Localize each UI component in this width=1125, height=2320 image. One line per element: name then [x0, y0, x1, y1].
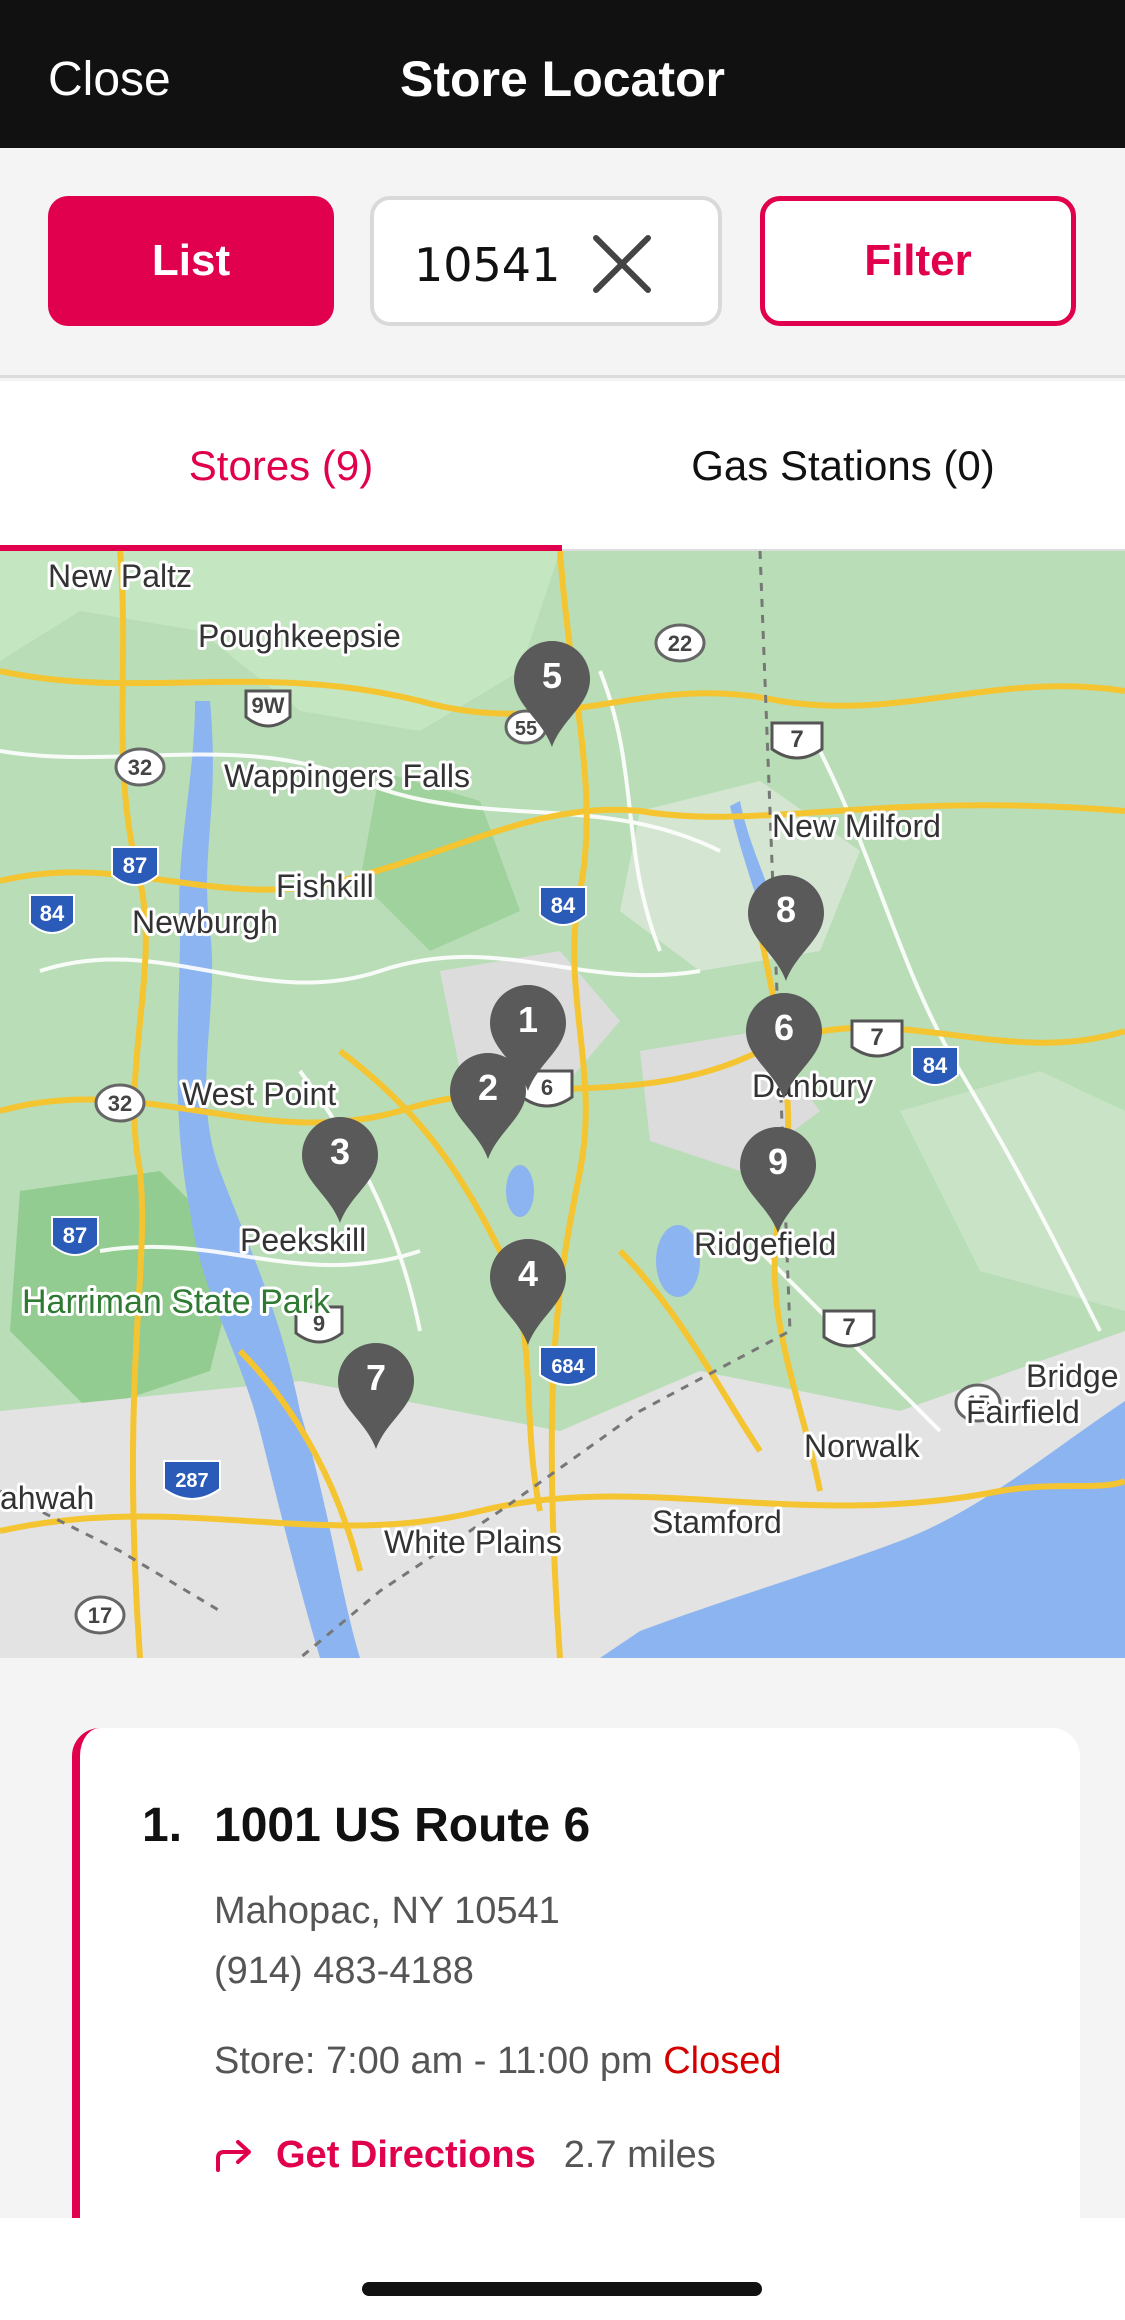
svg-text:3: 3 — [330, 1131, 350, 1172]
store-hours: Store: 7:00 am - 11:00 pm Closed — [214, 2040, 782, 2083]
shield-87: 87 — [51, 1216, 99, 1256]
svg-text:32: 32 — [128, 755, 152, 780]
place-label: ahwah — [0, 1480, 94, 1516]
map-view[interactable]: 22 9W 32 55 7 87 84 84 7 84 6 32 87 9 68… — [0, 551, 1125, 1658]
place-label: Fairfield — [966, 1394, 1080, 1430]
shield-287: 287 — [163, 1460, 221, 1500]
zip-value: 10541 — [414, 238, 561, 292]
place-label: New Paltz — [48, 558, 192, 594]
store-hours-label: Store: 7:00 am - 11:00 pm — [214, 2040, 653, 2082]
svg-text:87: 87 — [123, 853, 147, 878]
svg-text:32: 32 — [108, 1091, 132, 1116]
place-label: West Point — [182, 1076, 336, 1112]
place-label: Peekskill — [240, 1222, 366, 1258]
shield-7: 7 — [770, 721, 824, 760]
shield-22: 22 — [654, 623, 706, 663]
place-label: Poughkeepsie — [198, 618, 401, 654]
place-label: Wappingers Falls — [224, 758, 470, 794]
shield-84: 84 — [911, 1046, 959, 1086]
bottom-safe-area — [0, 2218, 1125, 2320]
shield-32: 32 — [114, 747, 166, 787]
place-label: Ridgefield — [694, 1226, 836, 1262]
home-indicator[interactable] — [362, 2282, 762, 2296]
tab-stores[interactable]: Stores (9) — [0, 381, 562, 551]
store-distance: 2.7 miles — [563, 2134, 716, 2176]
place-label: Harriman State Park — [22, 1283, 331, 1321]
svg-text:6: 6 — [541, 1075, 553, 1100]
place-label: White Plains — [384, 1524, 562, 1560]
tab-gas-stations[interactable]: Gas Stations (0) — [562, 381, 1124, 551]
shield-17: 17 — [74, 1595, 126, 1635]
place-label: New Milford — [772, 808, 941, 844]
svg-text:6: 6 — [774, 1007, 794, 1048]
svg-text:2: 2 — [478, 1067, 498, 1108]
shield-7: 7 — [822, 1309, 876, 1348]
svg-text:7: 7 — [870, 1024, 883, 1051]
zip-input[interactable]: 10541 — [370, 196, 722, 326]
svg-text:9W: 9W — [252, 693, 285, 718]
shield-87: 87 — [111, 846, 159, 886]
svg-text:55: 55 — [515, 718, 537, 740]
shield-84: 84 — [539, 886, 587, 926]
store-status-badge: Closed — [663, 2040, 782, 2082]
place-label: Newburgh — [132, 904, 278, 940]
svg-text:22: 22 — [668, 631, 692, 656]
svg-text:84: 84 — [551, 893, 576, 918]
svg-text:9: 9 — [768, 1141, 788, 1182]
shield-7: 7 — [850, 1019, 904, 1058]
shield-9w: 9W — [244, 689, 292, 728]
place-label: Fishkill — [276, 868, 374, 904]
map-canvas[interactable]: 22 9W 32 55 7 87 84 84 7 84 6 32 87 9 68… — [0, 551, 1125, 1658]
filter-button[interactable]: Filter — [760, 196, 1076, 326]
reservoir — [506, 1165, 534, 1217]
shield-84: 84 — [29, 894, 75, 934]
svg-text:7: 7 — [842, 1314, 855, 1341]
list-button[interactable]: List — [48, 196, 334, 326]
svg-text:287: 287 — [175, 1470, 208, 1492]
svg-text:1: 1 — [518, 999, 538, 1040]
svg-text:84: 84 — [40, 901, 65, 926]
svg-text:4: 4 — [518, 1253, 538, 1294]
place-label: Stamford — [652, 1504, 782, 1540]
svg-text:17: 17 — [88, 1603, 112, 1628]
page-title: Store Locator — [399, 51, 726, 107]
place-label: Bridge — [1026, 1358, 1119, 1394]
get-directions-label[interactable]: Get Directions — [276, 2134, 536, 2177]
store-number: 1. — [142, 1799, 183, 1852]
store-address: 1001 US Route 6 — [214, 1799, 591, 1852]
get-directions-link[interactable]: Get Directions 2.7 miles — [214, 2134, 716, 2177]
shield-684: 684 — [539, 1346, 597, 1386]
tab-bar: Stores (9) Gas Stations (0) — [0, 381, 1125, 551]
svg-text:7: 7 — [366, 1357, 386, 1398]
svg-text:87: 87 — [63, 1223, 87, 1248]
svg-text:5: 5 — [542, 655, 562, 696]
place-label: Norwalk — [804, 1428, 921, 1464]
directions-arrow-icon — [216, 2139, 251, 2172]
controls-bar: List 10541 Filter — [0, 148, 1125, 378]
store-city: Mahopac, NY 10541 — [214, 1890, 560, 1932]
header-bar: Close Store Locator — [0, 0, 1125, 148]
svg-text:8: 8 — [776, 889, 796, 930]
svg-text:684: 684 — [551, 1356, 585, 1378]
store-phone[interactable]: (914) 483-4188 — [214, 1950, 474, 1993]
clear-icon[interactable] — [586, 228, 658, 300]
shield-32: 32 — [94, 1083, 146, 1123]
svg-text:84: 84 — [923, 1053, 948, 1078]
svg-text:7: 7 — [790, 726, 803, 753]
